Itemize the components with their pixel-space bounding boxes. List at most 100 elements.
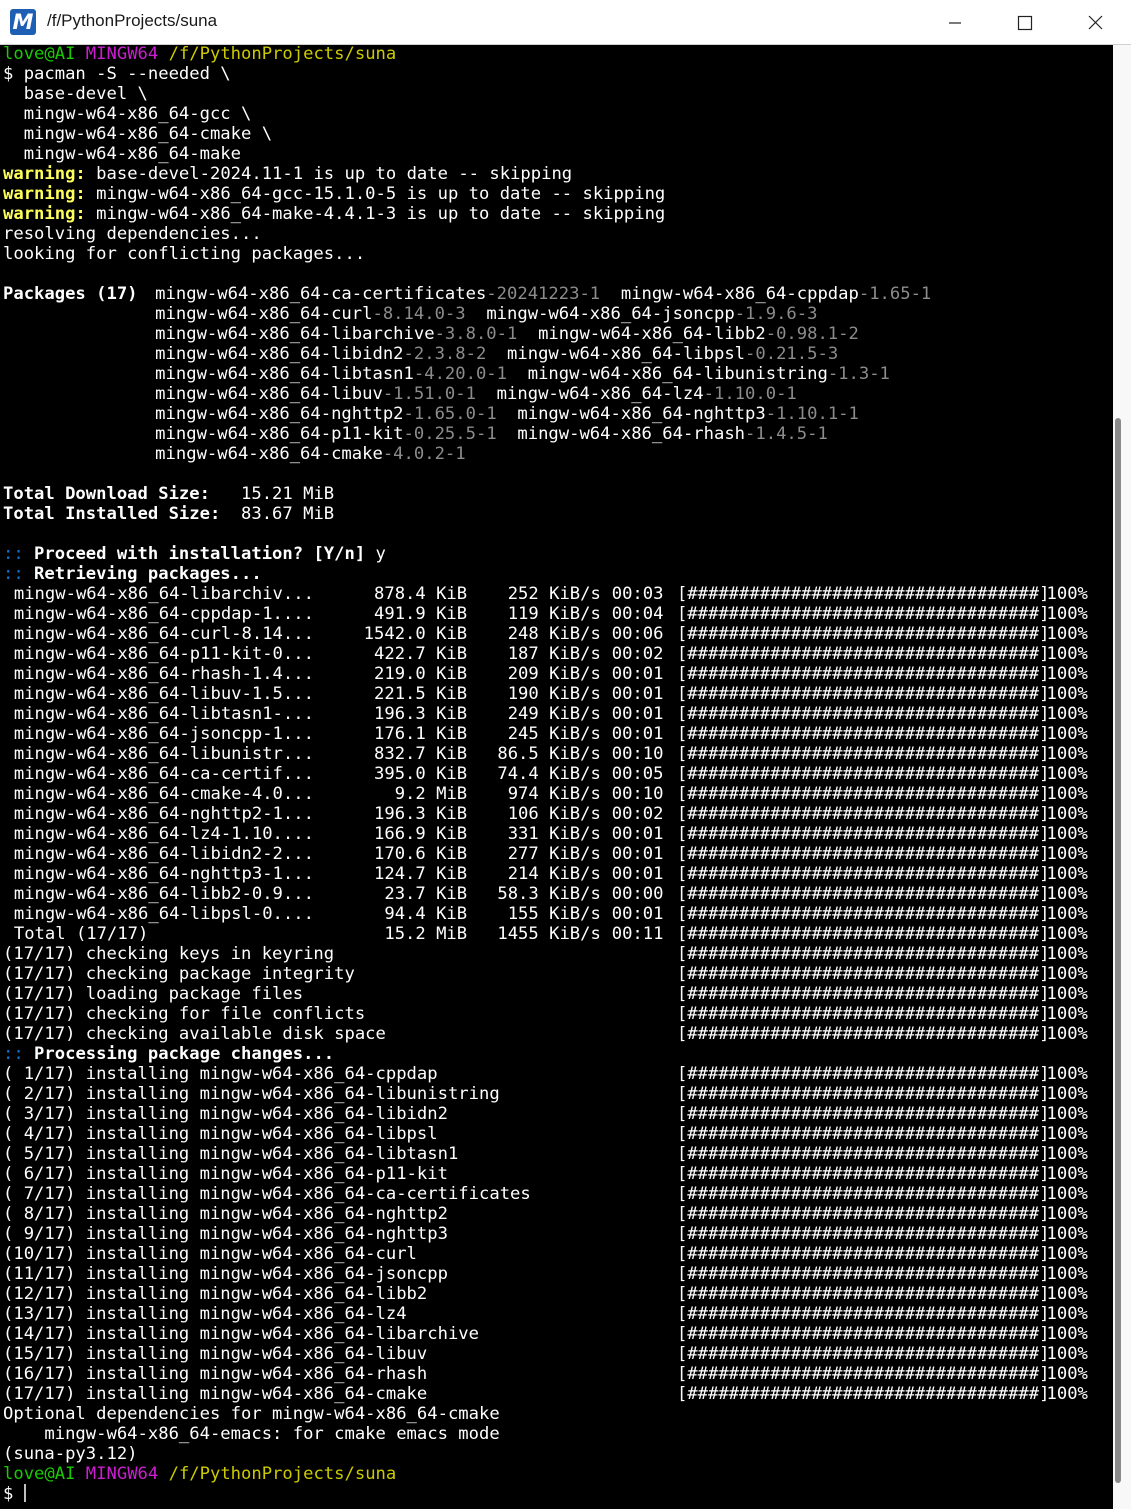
install-text: ( 2/17) installing mingw-w64-x86_64-libu…	[3, 1084, 500, 1104]
percent: 100%	[1046, 844, 1088, 864]
download-size: 124.7 KiB	[374, 864, 468, 884]
package-version: -1.10.1-1	[765, 404, 859, 424]
percent: 100%	[1046, 704, 1088, 724]
progress-bar: [##################################]	[676, 1164, 1050, 1184]
download-speed: 106 KiB/s	[507, 804, 601, 824]
package-list-row: mingw-w64-x86_64-libarchive-3.8.0-1 ming…	[155, 324, 859, 344]
download-size: 23.7 KiB	[384, 884, 468, 904]
optional-text: mingw-w64-x86_64-emacs: for cmake emacs …	[3, 1424, 500, 1444]
command-text: mingw-w64-x86_64-cmake \	[3, 124, 273, 144]
download-speed: 252 KiB/s	[507, 584, 601, 604]
install-text: (16/17) installing mingw-w64-x86_64-rhas…	[3, 1364, 428, 1384]
size-line: Total Installed Size: 83.67 MiB	[3, 504, 334, 524]
download-speed: 974 KiB/s	[507, 784, 601, 804]
minimize-button[interactable]	[920, 0, 990, 45]
package-name: mingw-w64-x86_64-ca-certificates	[155, 284, 487, 304]
close-button[interactable]	[1060, 0, 1130, 45]
package-version: -2.3.8-2	[403, 344, 487, 364]
close-icon	[1088, 15, 1103, 30]
package-list-row: mingw-w64-x86_64-ca-certificates-2024122…	[155, 284, 931, 304]
percent: 100%	[1046, 1304, 1088, 1324]
progress-bar: [##################################]	[676, 664, 1050, 684]
install-text: ( 9/17) installing mingw-w64-x86_64-nght…	[3, 1224, 448, 1244]
download-size: 170.6 KiB	[374, 844, 468, 864]
check-text: (17/17) loading package files	[3, 984, 304, 1004]
download-name: mingw-w64-x86_64-ca-certif...	[13, 764, 314, 784]
package-name: mingw-w64-x86_64-cppdap	[620, 284, 859, 304]
package-version: -4.20.0-1	[413, 364, 508, 384]
progress-bar: [##################################]	[676, 724, 1050, 744]
download-time: 00:04	[611, 604, 664, 624]
download-size: 9.2 MiB	[394, 784, 468, 804]
input-line: $	[3, 1484, 26, 1504]
download-size: 491.9 KiB	[374, 604, 468, 624]
command-line: mingw-w64-x86_64-cmake \	[3, 124, 272, 144]
warning-line: warning: mingw-w64-x86_64-make-4.4.1-3 i…	[3, 204, 665, 224]
proceed-question: Proceed with installation? [Y/n]	[23, 544, 366, 564]
status-line: resolving dependencies...	[3, 224, 262, 244]
percent: 100%	[1046, 584, 1088, 604]
shell-prompt: love@AI MINGW64 /f/PythonProjects/suna	[3, 45, 396, 64]
percent: 100%	[1046, 724, 1088, 744]
package-name: mingw-w64-x86_64-libtasn1	[155, 364, 414, 384]
progress-bar: [##################################]	[676, 844, 1050, 864]
install-text: ( 1/17) installing mingw-w64-x86_64-cppd…	[3, 1064, 438, 1084]
size-value: 15.21 MiB	[209, 484, 335, 504]
progress-bar: [##################################]	[676, 1184, 1050, 1204]
download-name: mingw-w64-x86_64-lz4-1.10....	[13, 824, 314, 844]
maximize-button[interactable]	[990, 0, 1060, 45]
command-line: $ pacman -S --needed \	[3, 64, 231, 84]
scrollbar-thumb[interactable]	[1115, 418, 1121, 1483]
progress-bar: [##################################]	[676, 944, 1050, 964]
percent: 100%	[1046, 864, 1088, 884]
terminal-output[interactable]: love@AI MINGW64 /f/PythonProjects/suna $ …	[0, 45, 1113, 1509]
package-version: -4.0.2-1	[382, 444, 466, 464]
percent: 100%	[1046, 744, 1088, 764]
download-size: 221.5 KiB	[374, 684, 468, 704]
percent: 100%	[1046, 884, 1088, 904]
progress-bar: [##################################]	[676, 864, 1050, 884]
progress-bar: [##################################]	[676, 1224, 1050, 1244]
package-name: mingw-w64-x86_64-nghttp2	[155, 404, 404, 424]
progress-bar: [##################################]	[676, 884, 1050, 904]
size-label: Total Download Size:	[3, 484, 210, 504]
retrieving-text: Retrieving packages...	[23, 564, 262, 584]
download-name: mingw-w64-x86_64-p11-kit-0...	[13, 644, 314, 664]
progress-bar: [##################################]	[676, 1264, 1050, 1284]
check-text: (17/17) checking for file conflicts	[3, 1004, 366, 1024]
marker: ::	[3, 1044, 24, 1064]
download-size: 176.1 KiB	[374, 724, 468, 744]
msys2-icon: M	[10, 9, 36, 35]
percent: 100%	[1046, 1124, 1088, 1144]
package-version: -20241223-1	[486, 284, 601, 304]
download-time: 00:10	[611, 784, 664, 804]
download-name: mingw-w64-x86_64-curl-8.14...	[13, 624, 314, 644]
package-version: -0.98.1-2	[765, 324, 859, 344]
download-size: 196.3 KiB	[374, 804, 468, 824]
progress-bar: [##################################]	[676, 784, 1050, 804]
download-size: 395.0 KiB	[374, 764, 468, 784]
package-list-row: mingw-w64-x86_64-libidn2-2.3.8-2 mingw-w…	[155, 344, 838, 364]
marker: ::	[3, 564, 24, 584]
shell-prompt: love@AI MINGW64 /f/PythonProjects/suna	[3, 1464, 396, 1484]
percent: 100%	[1046, 1204, 1088, 1224]
percent: 100%	[1046, 904, 1088, 924]
progress-bar: [##################################]	[676, 1364, 1050, 1384]
proceed-line: :: Proceed with installation? [Y/n] y	[3, 544, 386, 564]
package-name: mingw-w64-x86_64-rhash	[517, 424, 746, 444]
percent: 100%	[1046, 924, 1088, 944]
package-name: mingw-w64-x86_64-libunistring	[527, 364, 828, 384]
percent: 100%	[1046, 1224, 1088, 1244]
retrieving-line: :: Retrieving packages...	[3, 564, 262, 584]
proceed-answer: y	[365, 544, 386, 564]
package-version: -3.8.0-1	[434, 324, 518, 344]
progress-bar: [##################################]	[676, 1204, 1050, 1224]
percent: 100%	[1046, 824, 1088, 844]
title-bar[interactable]: M /f/PythonProjects/suna	[0, 0, 1131, 45]
package-list-row: mingw-w64-x86_64-cmake-4.0.2-1	[155, 444, 465, 464]
percent: 100%	[1046, 1364, 1088, 1384]
command-text: $ pacman -S --needed \	[3, 64, 231, 84]
percent: 100%	[1046, 944, 1088, 964]
env-line: (suna-py3.12)	[3, 1444, 138, 1464]
progress-bar: [##################################]	[676, 984, 1050, 1004]
